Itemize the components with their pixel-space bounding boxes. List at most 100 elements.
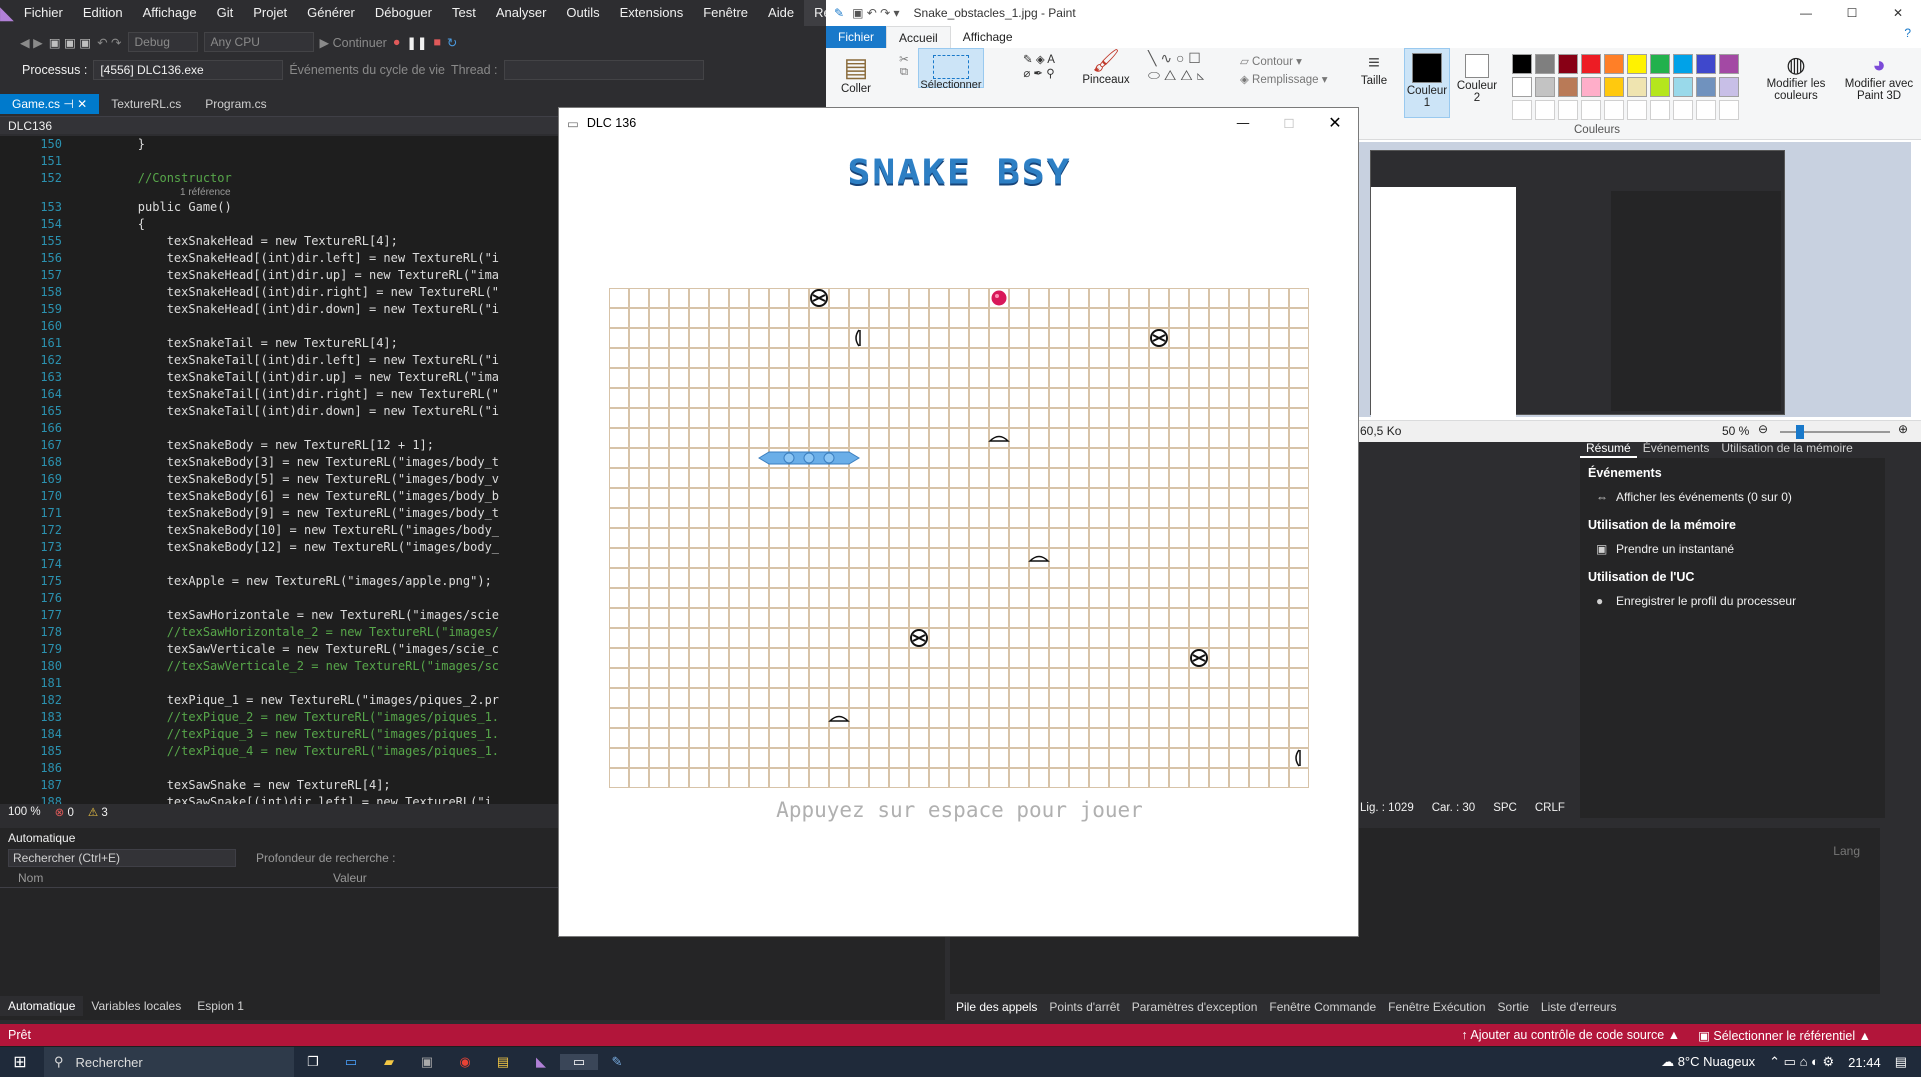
close-icon[interactable]: ✕ [77,97,87,111]
brushes-button[interactable]: 🖌 Pinceaux [1076,48,1136,86]
palette-swatch[interactable] [1650,77,1670,97]
menu-edition[interactable]: Edition [73,0,133,26]
tab-texturerl-cs[interactable]: TextureRL.cs [99,94,193,114]
code-line[interactable]: 165 texSnakeTail[(int)dir.down] = new Te… [0,403,560,420]
code-line[interactable]: 166 [0,420,560,437]
code-line[interactable]: 185 //texPique_4 = new TextureRL("images… [0,743,560,760]
code-line[interactable]: 168 texSnakeBody[3] = new TextureRL("ima… [0,454,560,471]
undo-icon[interactable]: ↶ ↷ [97,35,121,50]
color1-button[interactable]: Couleur 1 [1404,48,1450,118]
code-line[interactable]: 180 //texSawVerticale_2 = new TextureRL(… [0,658,560,675]
custom-color-slot[interactable] [1627,100,1647,120]
weather[interactable]: ☁ 8°C Nuageux [1661,1054,1769,1070]
chrome-icon[interactable]: ◉ [446,1054,484,1070]
zoom-out-icon[interactable]: ⊖ [1758,422,1768,436]
code-line[interactable]: 182 texPique_1 = new TextureRL("images/p… [0,692,560,709]
game-board[interactable] [609,288,1311,788]
task-view-icon[interactable]: ❐ [294,1054,332,1070]
maximize-icon[interactable]: ☐ [1829,6,1875,20]
tab-immediate-window[interactable]: Fenêtre Exécution [1382,996,1491,1018]
save-icon[interactable]: ▣ ▣ ▣ [49,35,91,50]
fill-button[interactable]: ◈ Remplissage ▾ [1240,72,1350,86]
palette-swatch[interactable] [1581,54,1601,74]
palette-swatch[interactable] [1673,77,1693,97]
code-line[interactable]: 173 texSnakeBody[12] = new TextureRL("im… [0,539,560,556]
custom-color-slot[interactable] [1719,100,1739,120]
record-cpu-link[interactable]: ● Enregistrer le profil du processeur [1580,588,1885,614]
palette-swatch[interactable] [1512,77,1532,97]
close-icon[interactable]: ✕ [1875,6,1921,20]
help-icon[interactable]: ? [1904,26,1921,48]
col-value[interactable]: Valeur [333,871,367,885]
palette-swatch[interactable] [1696,77,1716,97]
minimize-icon[interactable]: — [1220,116,1266,130]
menu-analyser[interactable]: Analyser [486,0,557,26]
code-line[interactable]: 159 texSnakeHead[(int)dir.down] = new Te… [0,301,560,318]
tab-affichage[interactable]: Affichage [951,26,1025,48]
notification-icon[interactable]: ▤ [1895,1054,1921,1070]
palette-swatch[interactable] [1581,77,1601,97]
stop-icon[interactable]: ■ [433,35,441,49]
notes-icon[interactable]: ▤ [484,1054,522,1070]
tools-icons[interactable]: ✎ ◈ A ⌀ ✒ ⚲ [1004,52,1074,80]
code-line[interactable]: 178 //texSawHorizontale_2 = new TextureR… [0,624,560,641]
warning-count[interactable]: ⚠ 3 [88,805,108,819]
pause-icon[interactable]: ❚❚ [406,35,427,50]
code-line[interactable]: 171 texSnakeBody[9] = new TextureRL("ima… [0,505,560,522]
codelens-reference[interactable]: 1 référence [0,187,560,199]
custom-color-slot[interactable] [1512,100,1532,120]
code-line[interactable]: 150 } [0,136,560,153]
color2-button[interactable]: Couleur 2 [1454,48,1500,104]
maximize-icon[interactable]: ☐ [1266,116,1312,131]
vs-logo-icon[interactable]: ◣ [0,0,14,26]
tab-espion[interactable]: Espion 1 [189,996,252,1016]
palette-swatch[interactable] [1512,54,1532,74]
thread-select[interactable] [503,60,704,80]
paste-button[interactable]: ▤ Coller [836,52,876,95]
visual-studio-icon[interactable]: ◣ [522,1054,560,1070]
code-line[interactable]: 164 texSnakeTail[(int)dir.right] = new T… [0,386,560,403]
edit-colors-button[interactable]: ◍ Modifier les couleurs [1756,52,1836,102]
tab-command-window[interactable]: Fenêtre Commande [1263,996,1382,1018]
code-line[interactable]: 170 texSnakeBody[6] = new TextureRL("ima… [0,488,560,505]
palette-swatch[interactable] [1558,54,1578,74]
code-line[interactable]: 176 [0,590,560,607]
lifecycle-events[interactable]: Événements du cycle de vie [289,63,445,77]
palette-swatch[interactable] [1558,77,1578,97]
code-line[interactable]: 187 texSawSnake = new TextureRL[4]; [0,777,560,794]
desktop-icon[interactable]: ▭ [332,1054,370,1070]
menu-test[interactable]: Test [442,0,486,26]
zoom-in-icon[interactable]: ⊕ [1898,422,1908,436]
add-source-control[interactable]: ↑ Ajouter au contrôle de code source ▲ [1461,1028,1698,1042]
start-icon[interactable]: ⊞ [0,1052,40,1072]
tab-error-list[interactable]: Liste d'erreurs [1535,996,1623,1018]
code-line[interactable]: 162 texSnakeTail[(int)dir.left] = new Te… [0,352,560,369]
code-line[interactable]: 151 [0,153,560,170]
col-name[interactable]: Nom [18,871,333,885]
cut-copy-icons[interactable]: ✂ ⧉ [894,52,914,79]
custom-color-slot[interactable] [1558,100,1578,120]
tab-automatique[interactable]: Automatique [0,996,84,1016]
hot-reload-icon[interactable]: ● [393,35,401,49]
config-select[interactable]: Debug [127,32,198,52]
process-select[interactable]: [4556] DLC136.exe [93,60,284,80]
whitespace-mode[interactable]: SPC [1493,802,1517,818]
minimize-icon[interactable]: — [1783,6,1829,20]
palette-swatch[interactable] [1719,77,1739,97]
paint-app-icon[interactable]: ✎ [598,1054,636,1070]
line-endings[interactable]: CRLF [1535,802,1565,818]
palette-swatch[interactable] [1535,77,1555,97]
code-line[interactable]: 175 texApple = new TextureRL("images/app… [0,573,560,590]
close-icon[interactable]: ✕ [1312,113,1358,133]
custom-color-slot[interactable] [1535,100,1555,120]
code-line[interactable]: 186 [0,760,560,777]
show-events-link[interactable]: ⇔ Afficher les événements (0 sur 0) [1580,484,1885,510]
clock[interactable]: 21:44 [1848,1055,1895,1070]
code-line[interactable]: 153 public Game() [0,199,560,216]
custom-color-slot[interactable] [1650,100,1670,120]
code-line[interactable]: 174 [0,556,560,573]
shapes-gallery[interactable]: ╲ ∿ ○ ☐ ⬭ △ △ ◺ [1148,50,1234,84]
tab-variables-locales[interactable]: Variables locales [83,996,189,1016]
code-line[interactable]: 179 texSawVerticale = new TextureRL("ima… [0,641,560,658]
custom-color-slot[interactable] [1696,100,1716,120]
